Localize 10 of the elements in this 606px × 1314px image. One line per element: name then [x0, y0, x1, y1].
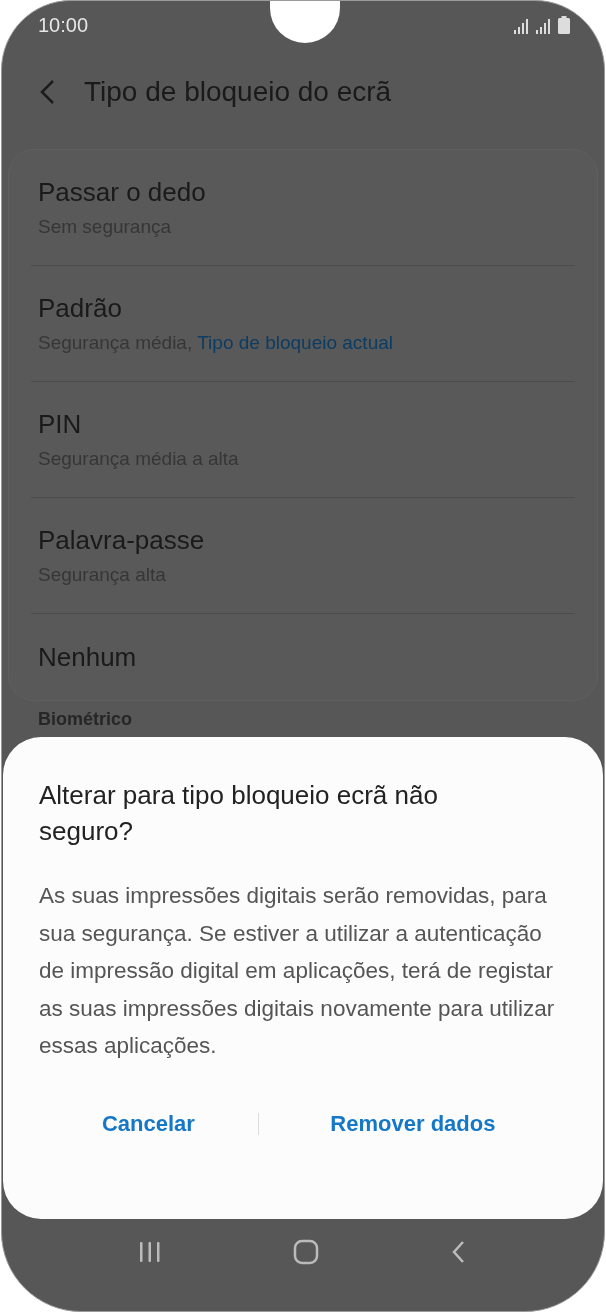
- dialog-message: As suas impressões digitais serão removidas, para sua segurança. Se estiver a utilizar a autenticação de impressão digital em aplicações, terá de registar as suas impressões digitais novamente para utilizar essas aplicações.: [39, 882, 556, 1060]
- lock-option[interactable]: Nenhum: [31, 614, 575, 700]
- remove-data-button[interactable]: Remover dados: [258, 1100, 567, 1147]
- page-title: Tipo de bloqueio do ecrã: [84, 76, 392, 108]
- status-time: 10:00: [38, 13, 89, 37]
- home-icon[interactable]: [293, 1239, 319, 1265]
- cancel-button[interactable]: Cancelar: [39, 1100, 258, 1147]
- battery-icon: [558, 16, 570, 34]
- dialog-title: Alterar para tipo bloqueio ecrã não seguro?: [39, 779, 439, 848]
- recent-apps-icon[interactable]: [137, 1241, 163, 1263]
